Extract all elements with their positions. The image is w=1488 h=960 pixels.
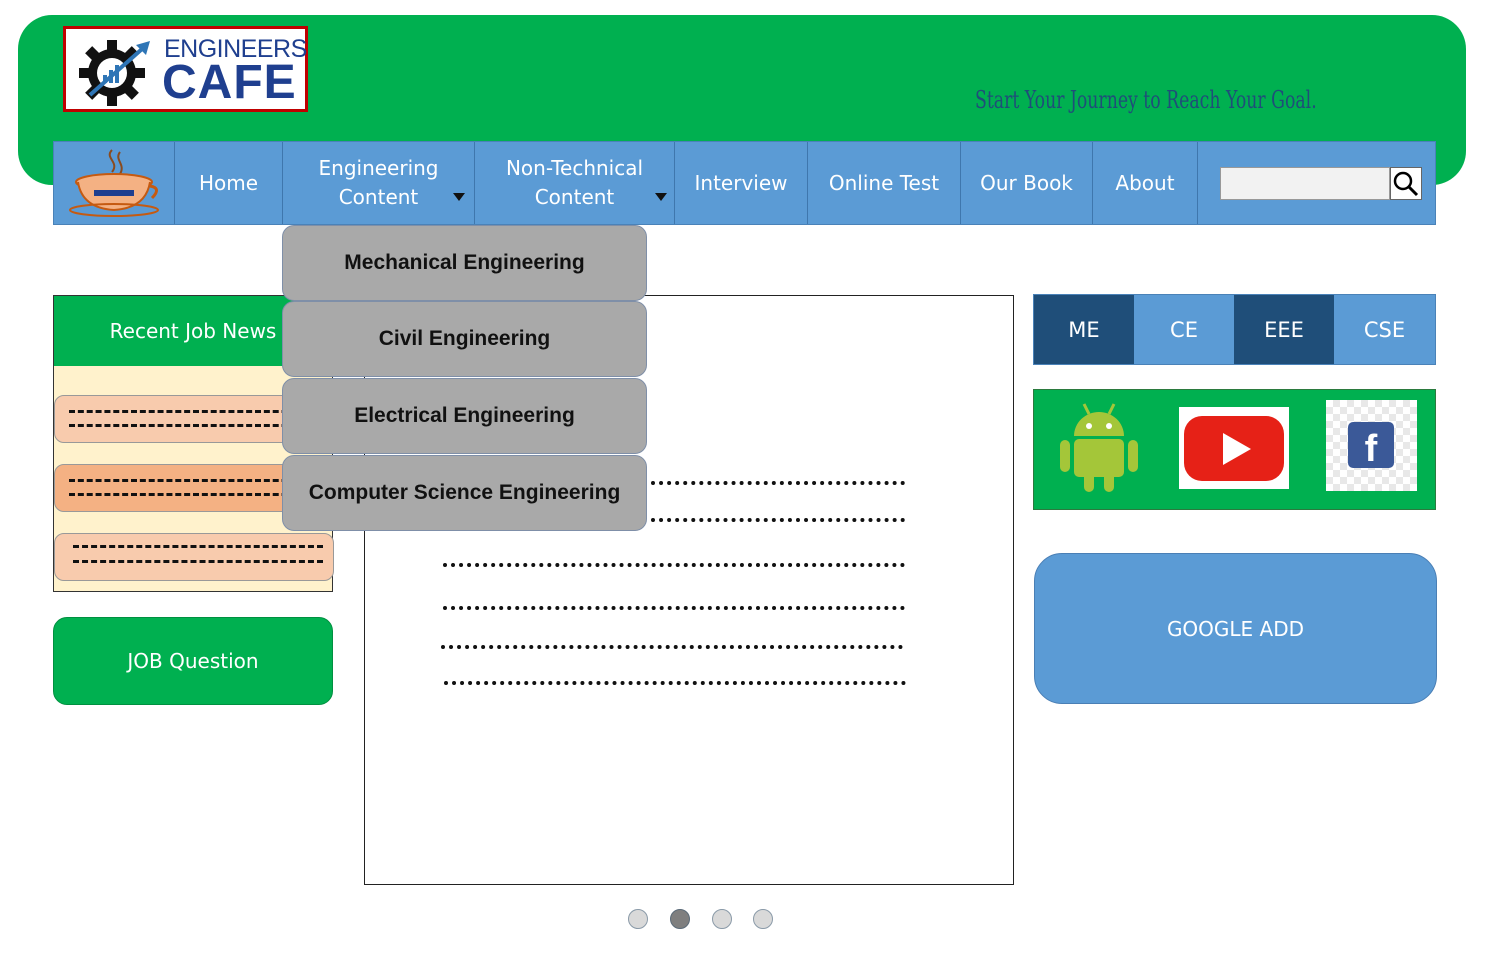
branch-tabs: ME CE EEE CSE — [1033, 294, 1436, 365]
main-navbar: Home Engineering Content Non-Technical C… — [53, 141, 1436, 225]
nav-non-technical-content[interactable]: Non-Technical Content — [475, 142, 675, 224]
site-tagline: Start Your Journey to Reach Your Goal. — [975, 86, 1317, 114]
logo-text-cafe: CAFE — [162, 56, 297, 109]
youtube-link[interactable] — [1179, 407, 1289, 489]
chevron-down-icon — [655, 193, 667, 201]
google-ad-slot[interactable]: GOOGLE ADD — [1034, 553, 1437, 704]
tab-me[interactable]: ME — [1034, 295, 1134, 364]
facebook-icon: f — [1348, 422, 1394, 470]
search-button[interactable] — [1390, 167, 1422, 200]
nav-about[interactable]: About — [1093, 142, 1198, 224]
coffee-cup-icon — [69, 149, 159, 217]
carousel-dot-2[interactable] — [670, 909, 690, 929]
carousel-dot-1[interactable] — [628, 909, 648, 929]
nav-our-book[interactable]: Our Book — [961, 142, 1093, 224]
dropdown-item-mechanical[interactable]: Mechanical Engineering — [282, 225, 647, 301]
nav-interview[interactable]: Interview — [675, 142, 808, 224]
nav-home[interactable]: Home — [175, 142, 283, 224]
nav-engineering-content-label: Engineering Content — [318, 156, 439, 209]
text-placeholder-line — [651, 518, 905, 522]
youtube-icon — [1184, 416, 1284, 481]
carousel-dot-4[interactable] — [753, 909, 773, 929]
text-placeholder-line — [651, 481, 905, 485]
dropdown-item-electrical[interactable]: Electrical Engineering — [282, 378, 647, 454]
text-placeholder-line — [444, 681, 906, 685]
text-placeholder-line — [441, 645, 903, 649]
nav-online-test[interactable]: Online Test — [808, 142, 961, 224]
job-news-item[interactable] — [54, 533, 334, 581]
dropdown-item-civil[interactable]: Civil Engineering — [282, 301, 647, 377]
dropdown-item-computer-science[interactable]: Computer Science Engineering — [282, 455, 647, 531]
tab-ce[interactable]: CE — [1134, 295, 1234, 364]
svg-text:f: f — [1365, 428, 1378, 470]
job-question-button[interactable]: JOB Question — [53, 617, 333, 705]
search-input[interactable] — [1220, 167, 1390, 200]
text-placeholder-line — [443, 563, 905, 567]
chevron-down-icon — [453, 193, 465, 201]
nav-non-technical-content-label: Non-Technical Content — [505, 156, 644, 209]
nav-home-logo[interactable] — [54, 142, 175, 224]
tab-cse[interactable]: CSE — [1334, 295, 1435, 364]
facebook-link[interactable]: f — [1326, 400, 1417, 491]
search-icon — [1393, 171, 1419, 197]
site-logo[interactable]: ENGINEERS CAFE — [63, 26, 308, 112]
android-icon[interactable] — [1058, 400, 1140, 494]
tab-eee[interactable]: EEE — [1234, 295, 1334, 364]
nav-engineering-content[interactable]: Engineering Content — [283, 142, 475, 224]
text-placeholder-line — [443, 606, 905, 610]
gear-icon — [79, 40, 150, 106]
social-links-panel: f — [1033, 389, 1436, 510]
carousel-dot-3[interactable] — [712, 909, 732, 929]
